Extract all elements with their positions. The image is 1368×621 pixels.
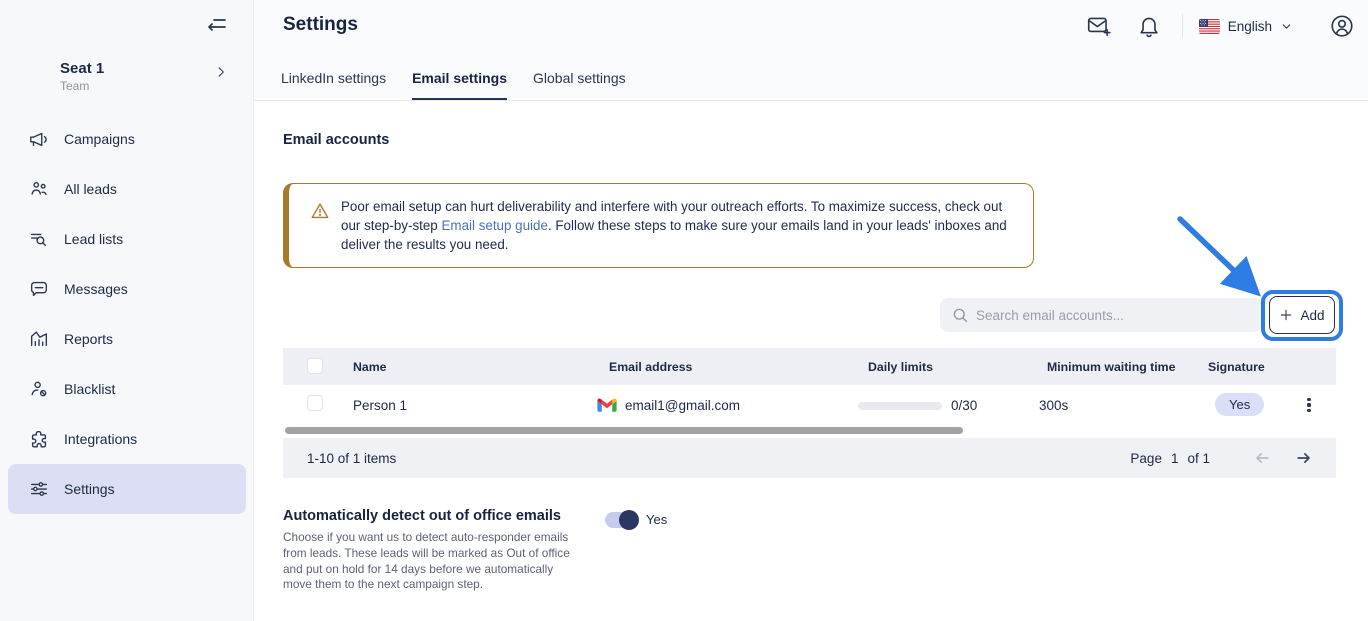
previous-page-icon[interactable]	[1252, 448, 1272, 468]
notifications-bell-icon[interactable]	[1136, 13, 1162, 39]
divider	[1182, 14, 1183, 38]
settings-tabs: LinkedIn settings Email settings Global …	[281, 62, 626, 100]
sidebar-nav: Campaigns All leads Lead lists	[0, 114, 254, 514]
sidebar-item-reports[interactable]: Reports	[8, 314, 246, 364]
sidebar-item-all-leads[interactable]: All leads	[8, 164, 246, 214]
warning-text: Poor email setup can hurt deliverability…	[341, 197, 1017, 254]
chart-icon	[28, 328, 50, 350]
email-setup-guide-link[interactable]: Email setup guide	[441, 218, 547, 233]
items-count: 1-10 of 1 items	[307, 451, 396, 466]
col-daily-limits: Daily limits	[868, 360, 933, 374]
signature-badge: Yes	[1215, 393, 1264, 416]
sidebar-item-label: Lead lists	[64, 231, 123, 247]
ooo-toggle[interactable]	[605, 512, 638, 528]
sidebar-item-campaigns[interactable]: Campaigns	[8, 114, 246, 164]
seat-type: Team	[60, 79, 89, 93]
ooo-toggle-label: Yes	[646, 512, 667, 527]
sidebar-item-label: Blacklist	[64, 381, 115, 397]
chevron-right-icon	[214, 65, 228, 79]
sidebar-item-lead-lists[interactable]: Lead lists	[8, 214, 246, 264]
min-wait-value: 300s	[1039, 398, 1068, 413]
sidebar-item-label: Settings	[64, 481, 115, 497]
section-title: Email accounts	[283, 132, 389, 148]
warning-triangle-icon	[309, 200, 331, 222]
sidebar-item-settings[interactable]: Settings	[8, 464, 246, 514]
search-input[interactable]	[976, 298, 1256, 332]
horizontal-scrollbar	[283, 425, 1336, 438]
daily-limit-value: 0/30	[951, 398, 977, 413]
row-menu-kebab-icon[interactable]	[1297, 393, 1321, 417]
ooo-section-title: Automatically detect out of office email…	[283, 508, 561, 524]
language-selector[interactable]: English	[1199, 19, 1293, 34]
add-email-account-button[interactable]: Add	[1269, 296, 1335, 334]
col-signature: Signature	[1208, 360, 1265, 374]
select-all-checkbox[interactable]	[307, 358, 323, 374]
email-settings-panel: Email accounts Poor email setup can hurt…	[254, 101, 1368, 621]
table-row: Person 1 email1@gmail.com 0/30 300s Yes	[283, 385, 1336, 425]
us-flag-icon	[1199, 19, 1220, 34]
next-page-icon[interactable]	[1294, 448, 1314, 468]
daily-limit-progress-bar	[858, 402, 942, 410]
sidebar-item-blacklist[interactable]: Blacklist	[8, 364, 246, 414]
seat-name: Seat 1	[60, 60, 104, 77]
add-button-label: Add	[1300, 308, 1324, 323]
col-email-address: Email address	[609, 360, 692, 374]
table-header-row: Name Email address Daily limits Minimum …	[283, 348, 1336, 385]
seat-selector[interactable]: Seat 1 Team	[0, 58, 254, 102]
plus-icon	[1279, 308, 1293, 322]
sliders-icon	[28, 478, 50, 500]
search-icon	[951, 306, 969, 324]
puzzle-icon	[28, 428, 50, 450]
sidebar: Seat 1 Team Campaigns	[0, 0, 254, 621]
chevron-down-icon	[1280, 20, 1293, 33]
main-area: Settings LinkedIn settings Email setting…	[254, 0, 1368, 621]
tab-email-settings[interactable]: Email settings	[412, 62, 507, 100]
tab-linkedin-settings[interactable]: LinkedIn settings	[281, 62, 386, 100]
sidebar-item-messages[interactable]: Messages	[8, 264, 246, 314]
app-window: Seat 1 Team Campaigns	[0, 0, 1368, 621]
list-search-icon	[28, 228, 50, 250]
sidebar-item-label: Reports	[64, 331, 113, 347]
user-blocked-icon	[28, 378, 50, 400]
profile-avatar-icon[interactable]	[1329, 13, 1355, 39]
pagination-controls: Page 1 of 1	[1130, 448, 1314, 468]
tab-global-settings[interactable]: Global settings	[533, 62, 626, 100]
page-current: 1	[1171, 451, 1179, 466]
annotation-arrow	[1154, 211, 1274, 303]
table-pagination: 1-10 of 1 items Page 1 of 1	[283, 438, 1336, 478]
sidebar-collapse-icon[interactable]	[205, 14, 229, 38]
sidebar-item-label: Integrations	[64, 431, 137, 447]
ooo-description: Choose if you want us to detect auto-res…	[283, 530, 577, 593]
toggle-knob	[619, 510, 639, 530]
email-accounts-table: Name Email address Daily limits Minimum …	[283, 348, 1336, 478]
language-label: English	[1228, 19, 1272, 34]
gmail-icon	[597, 397, 617, 413]
page-indicator: Page 1 of 1	[1130, 451, 1210, 466]
sidebar-item-integrations[interactable]: Integrations	[8, 414, 246, 464]
page-title: Settings	[283, 14, 358, 36]
sidebar-item-label: Messages	[64, 281, 128, 297]
topbar-actions: English	[1086, 13, 1355, 39]
search-email-accounts	[940, 298, 1262, 332]
account-email: email1@gmail.com	[625, 398, 740, 413]
row-checkbox[interactable]	[307, 395, 323, 411]
account-name: Person 1	[353, 398, 407, 413]
message-icon	[28, 278, 50, 300]
people-icon	[28, 178, 50, 200]
col-name: Name	[353, 360, 387, 374]
col-min-waiting-time: Minimum waiting time	[1047, 360, 1175, 374]
topbar: Settings LinkedIn settings Email setting…	[254, 0, 1368, 101]
scrollbar-thumb[interactable]	[285, 427, 963, 434]
sidebar-item-label: All leads	[64, 181, 117, 197]
mail-plus-icon[interactable]	[1086, 13, 1112, 39]
deliverability-warning-banner: Poor email setup can hurt deliverability…	[283, 183, 1034, 268]
sidebar-item-label: Campaigns	[64, 131, 135, 147]
megaphone-icon	[28, 128, 50, 150]
